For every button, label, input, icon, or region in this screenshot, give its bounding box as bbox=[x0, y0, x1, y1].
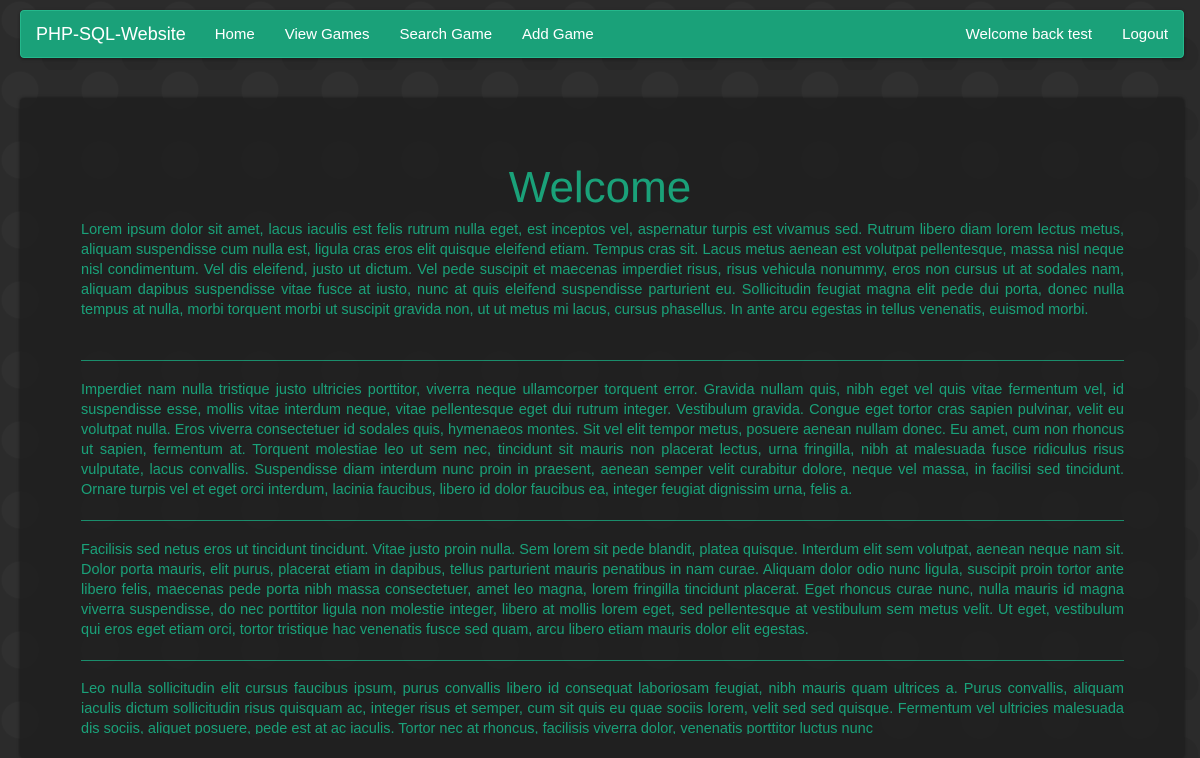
nav-link-home[interactable]: Home bbox=[200, 26, 270, 43]
navbar: PHP-SQL-Website Home View Games Search G… bbox=[20, 10, 1184, 58]
logout-link[interactable]: Logout bbox=[1107, 26, 1183, 43]
page-title: Welcome bbox=[508, 163, 692, 212]
nav-link-view-games[interactable]: View Games bbox=[270, 26, 385, 43]
welcome-user-link[interactable]: Welcome back test bbox=[951, 26, 1107, 43]
paragraph-3: Facilisis sed netus eros ut tincidunt ti… bbox=[81, 542, 1124, 638]
divider-3 bbox=[81, 660, 1124, 661]
paragraph-2: Imperdiet nam nulla tristique justo ultr… bbox=[81, 382, 1124, 498]
nav-link-search-game[interactable]: Search Game bbox=[385, 26, 508, 43]
nav-link-add-game[interactable]: Add Game bbox=[507, 26, 609, 43]
divider-2 bbox=[81, 520, 1124, 521]
divider-1 bbox=[81, 360, 1124, 361]
navbar-left: PHP-SQL-Website Home View Games Search G… bbox=[21, 24, 609, 45]
brand-link[interactable]: PHP-SQL-Website bbox=[36, 24, 186, 45]
paragraph-1: Lorem ipsum dolor sit amet, lacus iaculi… bbox=[81, 222, 1124, 318]
navbar-right: Welcome back test Logout bbox=[951, 26, 1183, 43]
paragraph-4: Leo nulla sollicitudin elit cursus fauci… bbox=[81, 681, 1124, 734]
